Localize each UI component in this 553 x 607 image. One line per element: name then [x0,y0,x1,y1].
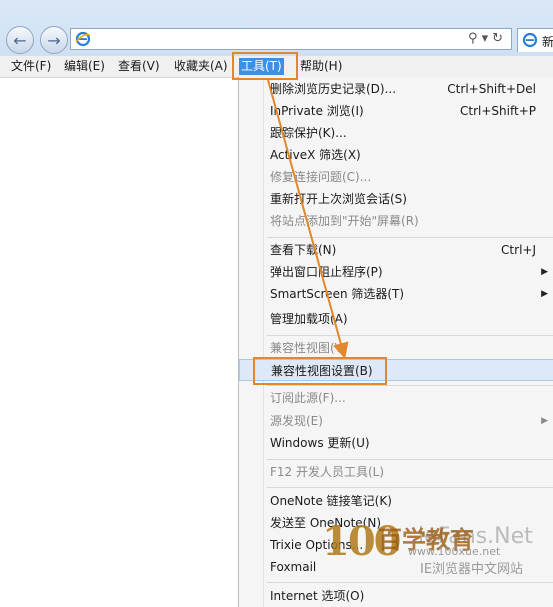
annotation-arrow-icon [267,79,349,359]
watermark-tagline: IE浏览器中文网站 [420,562,524,577]
watermark-site-url: www.100xue.net [408,545,501,558]
